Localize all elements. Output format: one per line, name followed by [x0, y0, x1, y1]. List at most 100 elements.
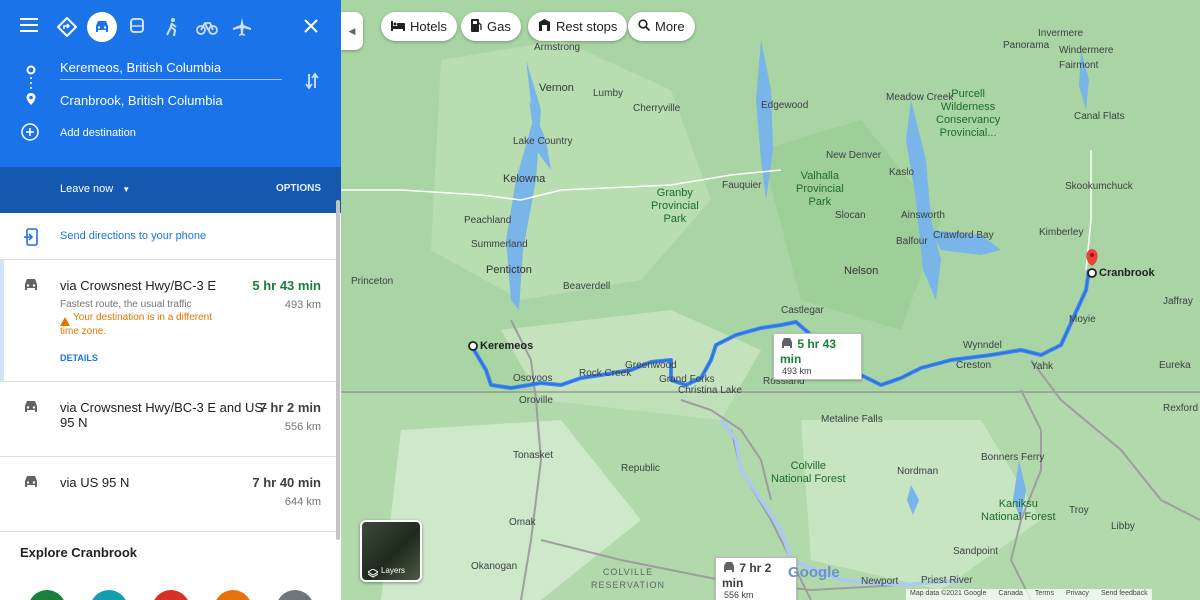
details-link[interactable]: DETAILS: [60, 353, 98, 363]
route-time-callout-main[interactable]: 5 hr 43 min 493 km: [773, 333, 862, 381]
region-link[interactable]: Canada: [998, 590, 1023, 599]
map-label-greenwood[interactable]: Greenwood: [625, 360, 677, 371]
map-label-jaffray[interactable]: Jaffray: [1163, 296, 1193, 307]
map-label-okanogan[interactable]: Okanogan: [471, 561, 517, 572]
map-label-summerland[interactable]: Summerland: [471, 239, 528, 250]
terms-link[interactable]: Terms: [1035, 590, 1054, 599]
map-label-troy[interactable]: Troy: [1069, 505, 1089, 516]
swap-icon[interactable]: [304, 72, 320, 95]
map-label-moyie[interactable]: Moyie: [1069, 314, 1096, 325]
feedback-link[interactable]: Send feedback: [1101, 590, 1148, 599]
best-mode-icon[interactable]: [52, 12, 82, 42]
close-icon[interactable]: [304, 19, 318, 38]
route-option-2[interactable]: via Crowsnest Hwy/BC-3 E and US- 95 N 7 …: [0, 382, 337, 457]
map-label-omak[interactable]: Omak: [509, 517, 536, 528]
explore-category-icon[interactable]: [152, 590, 190, 600]
map-label-grand-forks[interactable]: Grand Forks: [659, 374, 715, 385]
map-label-nordman[interactable]: Nordman: [897, 466, 938, 477]
map-label-canal[interactable]: Canal Flats: [1074, 111, 1125, 122]
map-label-granby-park[interactable]: Granby Provincial Park: [651, 187, 699, 226]
map-label-beaverdell[interactable]: Beaverdell: [563, 281, 610, 292]
map-label-penticton[interactable]: Penticton: [486, 264, 532, 276]
map-label-crawford[interactable]: Crawford Bay: [933, 230, 994, 241]
walk-icon[interactable]: [157, 12, 187, 42]
transit-icon[interactable]: [122, 12, 152, 42]
layers-button[interactable]: Layers: [360, 520, 422, 582]
map-label-osoyoos[interactable]: Osoyoos: [513, 373, 552, 384]
map-label-eureka[interactable]: Eureka: [1159, 360, 1191, 371]
route-option-1[interactable]: via Crowsnest Hwy/BC-3 E 5 hr 43 min Fas…: [0, 260, 337, 382]
map-label-libby[interactable]: Libby: [1111, 521, 1135, 532]
map-label-windermere[interactable]: Windermere: [1059, 45, 1113, 56]
map-label-fauquier[interactable]: Fauquier: [722, 180, 761, 191]
map-label-keremeos[interactable]: Keremeos: [480, 340, 533, 352]
map-label-christina-lake[interactable]: Christina Lake: [678, 385, 742, 396]
map-label-new-denver[interactable]: New Denver: [826, 150, 881, 161]
map-label-peachland[interactable]: Peachland: [464, 215, 511, 226]
map-label-valhalla-park[interactable]: Valhalla Provincial Park: [796, 170, 844, 209]
map-label-kaniksu-forest[interactable]: Kaniksu National Forest: [981, 498, 1056, 524]
map-label-yahk[interactable]: Yahk: [1031, 361, 1053, 372]
hotels-chip[interactable]: Hotels: [381, 12, 457, 41]
explore-category-icon[interactable]: [214, 590, 252, 600]
map-label-ainsworth[interactable]: Ainsworth: [901, 210, 945, 221]
collapse-panel-button[interactable]: ◀: [341, 12, 363, 50]
map-label-nelson[interactable]: Nelson: [844, 265, 878, 277]
map-label-newport[interactable]: Newport: [861, 576, 898, 587]
map-label-skookumchuck[interactable]: Skookumchuck: [1065, 181, 1133, 192]
map-label-colville-forest[interactable]: Colville National Forest: [771, 460, 846, 486]
map-label-purcell[interactable]: Purcell Wilderness Conservancy Provincia…: [936, 88, 1000, 140]
map-label-kelowna[interactable]: Kelowna: [503, 173, 545, 185]
map-label-slocan[interactable]: Slocan: [835, 210, 866, 221]
menu-icon[interactable]: [20, 18, 38, 37]
map-label-lumby[interactable]: Lumby: [593, 88, 623, 99]
map-label-cranbrook[interactable]: Cranbrook: [1099, 267, 1155, 279]
origin-field[interactable]: Keremeos, British Columbia: [60, 60, 282, 80]
flight-icon[interactable]: [227, 12, 257, 42]
map-label-oroville[interactable]: Oroville: [519, 395, 553, 406]
map-label-sandpoint[interactable]: Sandpoint: [953, 546, 998, 557]
explore-category-icon[interactable]: [276, 590, 314, 600]
map-label-rexford[interactable]: Rexford: [1163, 403, 1198, 414]
explore-category-icon[interactable]: [28, 590, 66, 600]
route-time-callout-alt[interactable]: 7 hr 2 min 556 km: [715, 557, 797, 600]
destination-field[interactable]: Cranbrook, British Columbia: [60, 93, 223, 108]
leave-now-select[interactable]: Leave now ▼: [60, 183, 130, 195]
map-label-vernon[interactable]: Vernon: [539, 82, 574, 94]
map-label-wynndel[interactable]: Wynndel: [963, 340, 1002, 351]
map-label-colville-reservation[interactable]: COLVILLE RESERVATION: [591, 566, 665, 592]
scrollbar[interactable]: [336, 200, 340, 540]
privacy-link[interactable]: Privacy: [1066, 590, 1089, 599]
map-label-princeton[interactable]: Princeton: [351, 276, 393, 287]
map-label-kaslo[interactable]: Kaslo: [889, 167, 914, 178]
more-chip[interactable]: More: [628, 12, 695, 41]
route-option-3[interactable]: via US 95 N 7 hr 40 min 644 km: [0, 457, 337, 532]
map-label-rock-creek[interactable]: Rock Creek: [579, 368, 631, 379]
map-label-fairmont[interactable]: Fairmont: [1059, 60, 1098, 71]
car-icon[interactable]: [87, 12, 117, 42]
options-button[interactable]: OPTIONS: [276, 183, 321, 194]
explore-category-icon[interactable]: [90, 590, 128, 600]
map-label-tonasket[interactable]: Tonasket: [513, 450, 553, 461]
map-label-castlegar[interactable]: Castlegar: [781, 305, 824, 316]
map-label-invermere[interactable]: Invermere: [1038, 28, 1083, 39]
bike-icon[interactable]: [192, 12, 222, 42]
map-label-panorama[interactable]: Panorama: [1003, 40, 1049, 51]
add-destination-icon[interactable]: [21, 123, 39, 146]
map-label-armstrong[interactable]: Armstrong: [534, 42, 580, 53]
map-label-cherryville[interactable]: Cherryville: [633, 103, 680, 114]
map-label-edgewood[interactable]: Edgewood: [761, 100, 808, 111]
rest-stops-chip[interactable]: Rest stops: [528, 12, 628, 41]
map-label-metaline[interactable]: Metaline Falls: [821, 414, 883, 425]
gas-chip[interactable]: Gas: [461, 12, 521, 41]
send-to-phone-row[interactable]: Send directions to your phone: [0, 213, 337, 260]
map-label-republic[interactable]: Republic: [621, 463, 660, 474]
map-label-balfour[interactable]: Balfour: [896, 236, 928, 247]
map-label-lake-country[interactable]: Lake Country: [513, 136, 572, 147]
map-label-creston[interactable]: Creston: [956, 360, 991, 371]
map-label-bonners[interactable]: Bonners Ferry: [981, 452, 1044, 463]
add-destination-link[interactable]: Add destination: [60, 127, 136, 139]
map-canvas[interactable]: ◀ Hotels Gas Rest stops More Keremeos Cr…: [341, 0, 1200, 600]
map-label-priest-river[interactable]: Priest River: [921, 575, 973, 586]
map-label-kimberley[interactable]: Kimberley: [1039, 227, 1083, 238]
